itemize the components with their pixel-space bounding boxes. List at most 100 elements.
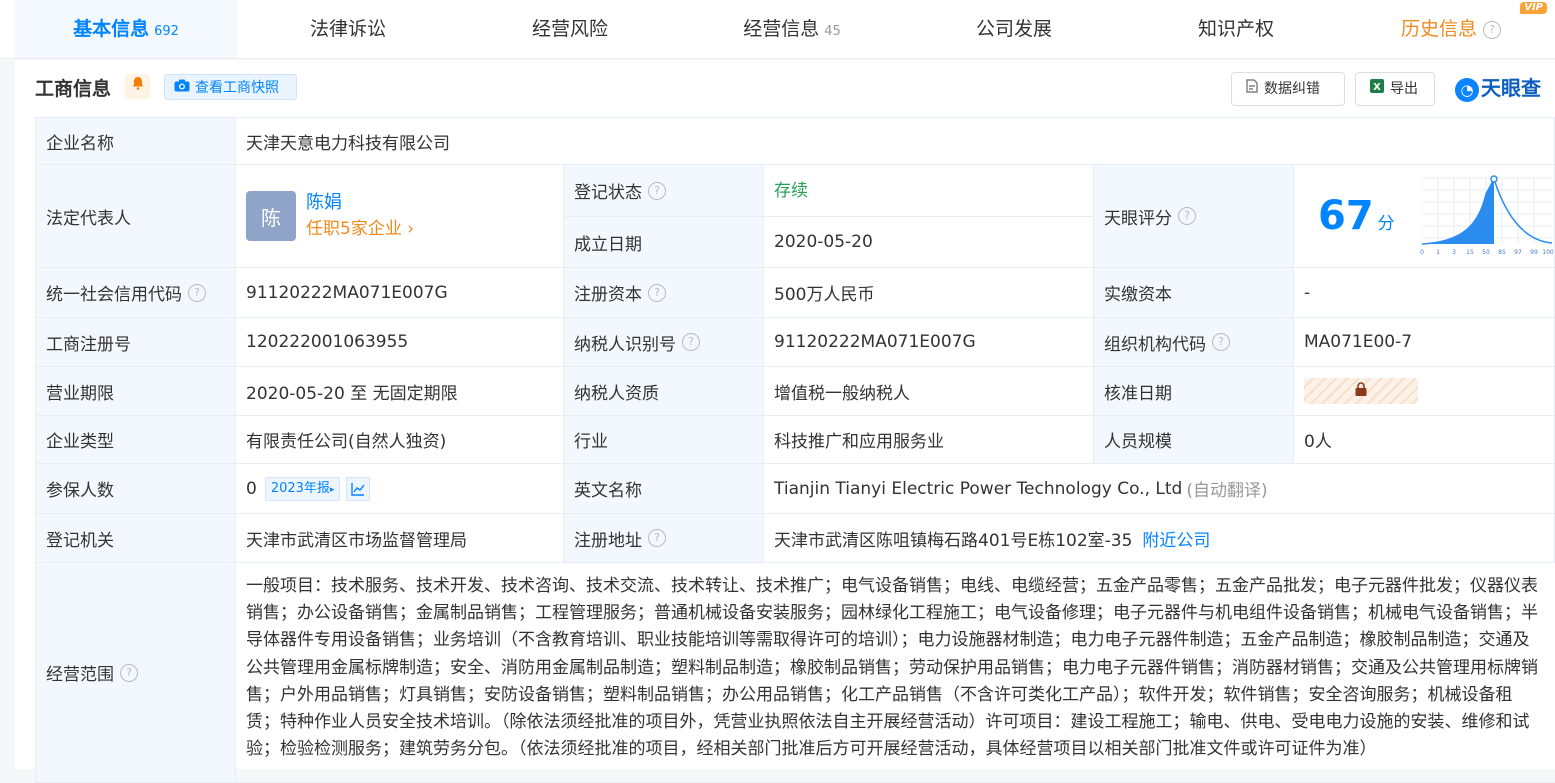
label-industry: 行业 bbox=[564, 416, 764, 464]
tick-label: 3 bbox=[1452, 249, 1456, 256]
label-taxpayer-id: 纳税人识别号? bbox=[564, 318, 764, 367]
label-english-name: 英文名称 bbox=[564, 464, 764, 514]
legal-representative-cell: 陈 陈娟 任职5家企业 › bbox=[236, 165, 564, 268]
registration-status-value: 存续 bbox=[764, 165, 1094, 217]
label-registered-capital: 注册资本? bbox=[564, 268, 764, 318]
score-value: 67 分 bbox=[1318, 193, 1395, 239]
english-name-value: Tianjin Tianyi Electric Power Technology… bbox=[764, 464, 1555, 514]
locked-content[interactable] bbox=[1304, 378, 1418, 404]
annual-report-tag[interactable]: 2023年报▸ bbox=[264, 476, 341, 501]
taxpayer-qualification-value: 增值税一般纳税人 bbox=[764, 367, 1094, 416]
tab-company-development[interactable]: 公司发展 bbox=[903, 0, 1125, 58]
auto-translate-note: (自动翻译) bbox=[1186, 481, 1268, 501]
edit-document-icon bbox=[1246, 73, 1258, 105]
label-registration-status: 登记状态? bbox=[564, 165, 764, 217]
credit-code-value: 91120222MA071E007G bbox=[236, 268, 564, 318]
tab-count: 692 bbox=[154, 24, 179, 39]
tick-label: 99 bbox=[1530, 249, 1538, 256]
approval-date-value bbox=[1294, 367, 1555, 416]
company-type-value: 有限责任公司(自然人独资) bbox=[236, 416, 564, 464]
view-snapshot-label: 查看工商快照 bbox=[195, 80, 279, 96]
score-distribution-chart: 0 1 3 15 50 85 97 99 100 bbox=[1420, 175, 1554, 256]
chevron-right-icon: › bbox=[401, 219, 415, 239]
help-icon[interactable]: ? bbox=[1178, 207, 1196, 225]
insured-count-cell: 0 2023年报▸ bbox=[236, 464, 564, 514]
score-axis-ticks: 0 1 3 15 50 85 97 99 100 bbox=[1420, 249, 1554, 256]
tick-label: 85 bbox=[1498, 249, 1506, 256]
company-name-value: 天津天意电力科技有限公司 bbox=[236, 117, 1555, 165]
industry-value: 科技推广和应用服务业 bbox=[764, 416, 1094, 464]
vip-badge: VIP bbox=[1520, 2, 1547, 14]
founded-date-value: 2020-05-20 bbox=[764, 217, 1094, 268]
label-registration-authority: 登记机关 bbox=[35, 514, 236, 563]
tab-history-info[interactable]: 历史信息? VIP bbox=[1347, 0, 1555, 58]
help-icon[interactable]: ? bbox=[1483, 20, 1501, 39]
label-registered-address: 注册地址? bbox=[564, 514, 764, 563]
data-correction-label: 数据纠错 bbox=[1264, 81, 1320, 97]
business-scope-text: 一般项目：技术服务、技术开发、技术咨询、技术交流、技术转让、技术推广；电气设备销… bbox=[246, 576, 1538, 760]
tab-intellectual-property[interactable]: 知识产权 bbox=[1125, 0, 1347, 58]
svg-text:X: X bbox=[1373, 82, 1381, 93]
business-term-value: 2020-05-20 至 无固定期限 bbox=[236, 367, 564, 416]
registration-number-value: 120222001063955 bbox=[236, 318, 564, 367]
label-approval-date: 核准日期 bbox=[1094, 367, 1294, 416]
label-company-type: 企业类型 bbox=[35, 416, 236, 464]
tianyancha-logo: ◔ 天眼查 bbox=[1455, 72, 1541, 104]
logo-icon: ◔ bbox=[1455, 77, 1479, 102]
tianyan-score-cell[interactable]: 67 分 0 1 3 15 50 85 97 99 100 bbox=[1294, 165, 1555, 268]
tab-business-info[interactable]: 经营信息 45 bbox=[681, 0, 903, 58]
help-icon[interactable]: ? bbox=[648, 529, 666, 547]
export-button[interactable]: X 导出 bbox=[1355, 72, 1435, 106]
tick-label: 50 bbox=[1482, 249, 1490, 256]
tick-label: 1 bbox=[1436, 249, 1440, 256]
tab-label: 经营信息 bbox=[743, 18, 820, 40]
label-staff-size: 人员规模 bbox=[1094, 416, 1294, 464]
taxpayer-id-value: 91120222MA071E007G bbox=[764, 318, 1094, 367]
business-info-section: 工商信息 查看工商快照 数据纠错 X 导出 ◔ 天眼查 企业名称 天津天意电力科技… bbox=[15, 60, 1555, 783]
nearby-companies-link[interactable]: 附近公司 bbox=[1142, 526, 1210, 551]
label-registration-number: 工商注册号 bbox=[35, 318, 236, 367]
avatar[interactable]: 陈 bbox=[246, 191, 296, 241]
bell-icon[interactable] bbox=[125, 74, 150, 99]
business-scope-cell: 一般项目：技术服务、技术开发、技术咨询、技术交流、技术转让、技术推广；电气设备销… bbox=[236, 563, 1555, 783]
help-icon[interactable]: ? bbox=[188, 283, 206, 302]
section-title: 工商信息 bbox=[35, 78, 112, 100]
tab-label: 法律诉讼 bbox=[309, 18, 386, 40]
tab-label: 基本信息 bbox=[73, 18, 150, 40]
export-label: 导出 bbox=[1390, 81, 1418, 97]
tick-label: 0 bbox=[1420, 249, 1424, 256]
label-credit-code: 统一社会信用代码? bbox=[35, 268, 236, 318]
label-tianyan-score: 天眼评分? bbox=[1094, 165, 1294, 268]
data-correction-button[interactable]: 数据纠错 bbox=[1231, 72, 1345, 106]
label-organization-code: 组织机构代码? bbox=[1094, 318, 1294, 367]
camera-icon bbox=[174, 75, 190, 101]
help-icon[interactable]: ? bbox=[648, 283, 666, 302]
top-tab-bar: 基本信息 692 法律诉讼 经营风险 经营信息 45 公司发展 知识产权 历史信息?… bbox=[0, 0, 1555, 59]
tab-basic-info[interactable]: 基本信息 692 bbox=[15, 0, 237, 58]
triangle-right-icon: ▸ bbox=[329, 484, 335, 495]
tab-business-risk[interactable]: 经营风险 bbox=[459, 0, 681, 58]
help-icon[interactable]: ? bbox=[120, 663, 138, 682]
label-insured-count: 参保人数 bbox=[35, 464, 236, 514]
tab-count: 45 bbox=[824, 24, 841, 39]
help-icon[interactable]: ? bbox=[1212, 333, 1230, 351]
label-legal-representative: 法定代表人 bbox=[35, 165, 236, 268]
tick-label: 15 bbox=[1466, 249, 1474, 256]
view-snapshot-button[interactable]: 查看工商快照 bbox=[164, 74, 297, 100]
help-icon[interactable]: ? bbox=[648, 181, 666, 200]
tab-label: 历史信息 bbox=[1400, 18, 1477, 40]
label-business-term: 营业期限 bbox=[35, 367, 236, 416]
trend-chart-icon[interactable] bbox=[346, 476, 371, 501]
positions-link[interactable]: 任职5家企业 › bbox=[306, 216, 414, 242]
tick-label: 100 bbox=[1542, 249, 1554, 256]
label-paid-capital: 实缴资本 bbox=[1094, 268, 1294, 318]
registered-address-value: 天津市武清区陈咀镇梅石路401号E栋102室-35 附近公司 bbox=[764, 514, 1555, 563]
logo-text: 天眼查 bbox=[1481, 76, 1541, 100]
tick-label: 97 bbox=[1514, 249, 1522, 256]
tab-lawsuits[interactable]: 法律诉讼 bbox=[237, 0, 459, 58]
help-icon[interactable]: ? bbox=[682, 333, 700, 351]
excel-icon: X bbox=[1370, 73, 1384, 105]
legal-rep-name-link[interactable]: 陈娟 bbox=[306, 190, 414, 216]
insured-count-value: 0 bbox=[246, 478, 257, 499]
tab-label: 经营风险 bbox=[531, 18, 608, 40]
